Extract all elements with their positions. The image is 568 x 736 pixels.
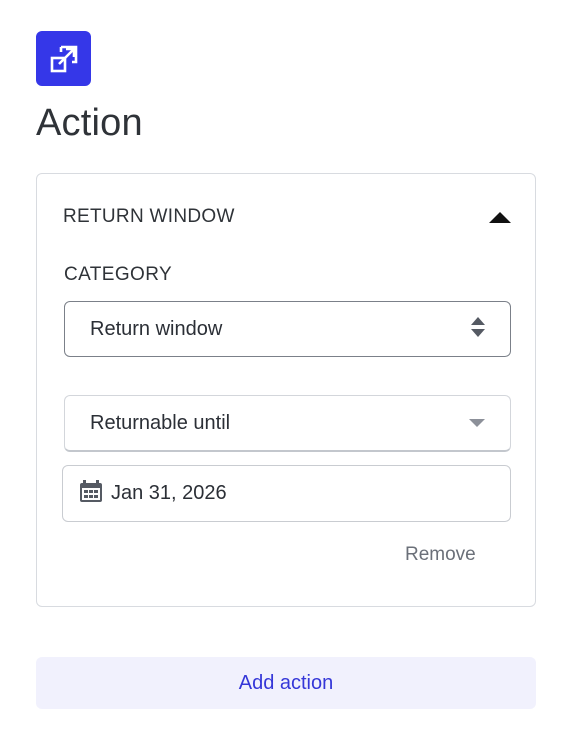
remove-button[interactable]: Remove (405, 542, 476, 568)
category-label: CATEGORY (64, 264, 173, 285)
action-panel: Action RETURN WINDOW CATEGORY Return win… (0, 0, 568, 736)
date-value: Jan 31, 2026 (111, 482, 227, 504)
condition-dropdown[interactable]: Returnable until (64, 395, 511, 452)
category-select[interactable]: Return window (64, 301, 511, 357)
caret-up-icon (489, 211, 511, 223)
action-card: RETURN WINDOW CATEGORY Return window Ret… (36, 173, 536, 607)
category-select-value: Return window (90, 317, 223, 340)
date-input[interactable]: Jan 31, 2026 (62, 465, 511, 522)
condition-dropdown-value: Returnable until (90, 411, 231, 434)
sort-arrows-icon (470, 316, 486, 343)
chevron-down-icon (469, 419, 485, 427)
section-title: RETURN WINDOW (63, 206, 235, 227)
external-link-box-icon (36, 31, 91, 86)
calendar-icon (79, 479, 103, 508)
page-title: Action (36, 102, 143, 144)
add-action-button[interactable]: Add action (36, 657, 536, 709)
section-header-toggle[interactable]: RETURN WINDOW (63, 204, 511, 230)
